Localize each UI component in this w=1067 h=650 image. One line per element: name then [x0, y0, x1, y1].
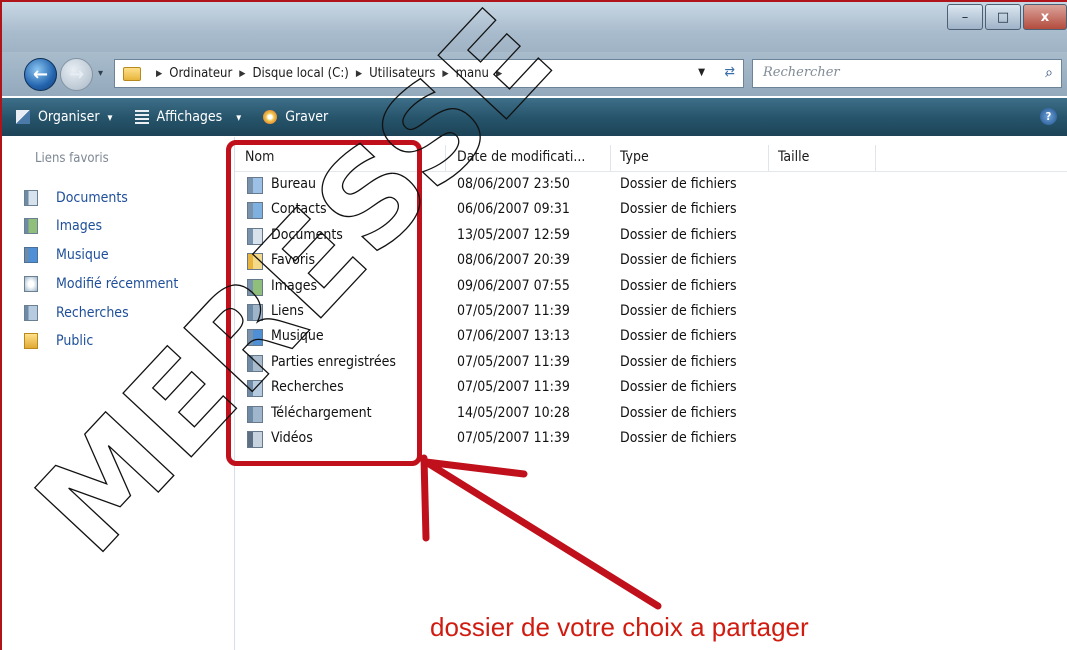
breadcrumb-arrow-icon[interactable]: ▶	[442, 69, 448, 79]
folder-icon	[24, 333, 38, 349]
views-icon	[134, 110, 149, 124]
file-date: 08/06/2007 20:39	[457, 252, 570, 269]
file-type: Dossier de fichiers	[620, 303, 737, 319]
file-type: Dossier de fichiers	[620, 176, 737, 192]
breadcrumb-manu[interactable]: manu	[456, 66, 489, 81]
file-type: Dossier de fichiers	[620, 328, 737, 345]
column-header-type[interactable]: Type	[620, 149, 649, 165]
sidebar-item-documents[interactable]: Documents	[24, 187, 128, 209]
annotation-caption: dossier de votre choix a partager	[430, 612, 809, 642]
burn-label: Graver	[285, 109, 329, 125]
navigation-pane: Liens favoris Documents Images Musique M…	[2, 137, 235, 650]
recent-icon	[24, 276, 38, 292]
highlight-box	[226, 140, 422, 466]
address-dropdown-icon[interactable]: ▼	[698, 67, 705, 78]
sidebar-item-label: Public	[56, 333, 94, 349]
column-separator[interactable]	[610, 145, 611, 171]
burn-disc-icon	[263, 110, 278, 124]
address-bar[interactable]: ▶ Ordinateur ▶ Disque local (C:) ▶ Utili…	[114, 59, 744, 88]
window-titlebar: – □ x	[2, 2, 1067, 52]
sidebar-item-musique[interactable]: Musique	[24, 244, 109, 266]
breadcrumb-arrow-icon[interactable]: ▶	[156, 69, 162, 79]
documents-icon	[24, 190, 38, 206]
file-type: Dossier de fichiers	[620, 353, 737, 370]
column-separator[interactable]	[768, 145, 769, 171]
file-date: 09/06/2007 07:55	[457, 277, 570, 294]
navigation-bar: ← → ▾ ▶ Ordinateur ▶ Disque local (C:) ▶…	[2, 52, 1067, 96]
window-controls: – □ x	[945, 4, 1067, 30]
sidebar-item-label: Musique	[56, 247, 109, 263]
favorite-links-heading: Liens favoris	[35, 151, 109, 166]
search-placeholder: Rechercher	[763, 65, 840, 80]
column-separator[interactable]	[445, 145, 446, 171]
search-icon[interactable]: ⌕	[1045, 65, 1053, 81]
column-header-date[interactable]: Date de modificati...	[457, 149, 585, 165]
recent-pages-dropdown-icon[interactable]: ▾	[98, 68, 103, 79]
command-toolbar: Organiser ▾ Affichages ▾ Graver ?	[2, 98, 1067, 136]
organize-button[interactable]: Organiser ▾	[16, 109, 113, 125]
organize-icon	[16, 110, 30, 124]
file-date: 07/05/2007 11:39	[457, 353, 570, 370]
file-date: 07/05/2007 11:39	[457, 303, 570, 319]
sidebar-item-label: Documents	[56, 190, 128, 206]
burn-button[interactable]: Graver	[263, 109, 328, 125]
file-date: 07/06/2007 13:13	[457, 328, 570, 345]
file-date: 08/06/2007 23:50	[457, 176, 570, 192]
file-date: 13/05/2007 12:59	[457, 226, 570, 243]
breadcrumb-utilisateurs[interactable]: Utilisateurs	[369, 66, 435, 81]
search-folder-icon	[24, 305, 38, 321]
search-input[interactable]: Rechercher ⌕	[752, 59, 1062, 88]
file-date: 06/06/2007 09:31	[457, 201, 570, 218]
chevron-down-icon: ▾	[236, 110, 242, 124]
file-type: Dossier de fichiers	[620, 201, 737, 218]
sidebar-item-label: Recherches	[56, 305, 129, 321]
sidebar-item-label: Modifié récemment	[56, 276, 179, 292]
sidebar-item-public[interactable]: Public	[24, 330, 93, 352]
file-type: Dossier de fichiers	[620, 252, 737, 269]
file-type: Dossier de fichiers	[620, 404, 737, 421]
close-button[interactable]: x	[1023, 4, 1067, 30]
file-date: 07/05/2007 11:39	[457, 379, 570, 396]
column-header-size[interactable]: Taille	[778, 149, 809, 165]
sidebar-item-images[interactable]: Images	[24, 215, 102, 237]
refresh-icon[interactable]: ⇄	[724, 64, 735, 80]
breadcrumb-disque-local[interactable]: Disque local (C:)	[253, 66, 349, 81]
chevron-down-icon: ▾	[107, 110, 113, 124]
views-button[interactable]: Affichages ▾	[134, 109, 242, 125]
breadcrumb-arrow-icon[interactable]: ▶	[239, 69, 245, 79]
sidebar-item-modifie-recemment[interactable]: Modifié récemment	[24, 273, 178, 295]
maximize-button[interactable]: □	[985, 4, 1021, 30]
column-separator[interactable]	[875, 145, 876, 171]
forward-arrow-icon[interactable]: →	[60, 58, 93, 91]
file-type: Dossier de fichiers	[620, 226, 737, 243]
file-type: Dossier de fichiers	[620, 379, 737, 396]
file-type: Dossier de fichiers	[620, 277, 737, 294]
folder-icon	[123, 66, 141, 81]
music-icon	[24, 247, 38, 263]
views-label: Affichages	[156, 109, 223, 125]
file-type: Dossier de fichiers	[620, 430, 737, 446]
file-date: 14/05/2007 10:28	[457, 404, 570, 421]
images-icon	[24, 218, 38, 234]
file-date: 07/05/2007 11:39	[457, 430, 570, 446]
breadcrumb-arrow-icon[interactable]: ▶	[496, 69, 502, 79]
back-arrow-icon[interactable]: ←	[24, 58, 57, 91]
breadcrumb-ordinateur[interactable]: Ordinateur	[169, 66, 232, 81]
minimize-button[interactable]: –	[947, 4, 983, 30]
sidebar-item-recherches[interactable]: Recherches	[24, 302, 129, 324]
breadcrumb-arrow-icon[interactable]: ▶	[356, 69, 362, 79]
help-icon[interactable]: ?	[1040, 108, 1057, 125]
sidebar-item-label: Images	[56, 218, 103, 234]
organize-label: Organiser	[38, 109, 100, 125]
